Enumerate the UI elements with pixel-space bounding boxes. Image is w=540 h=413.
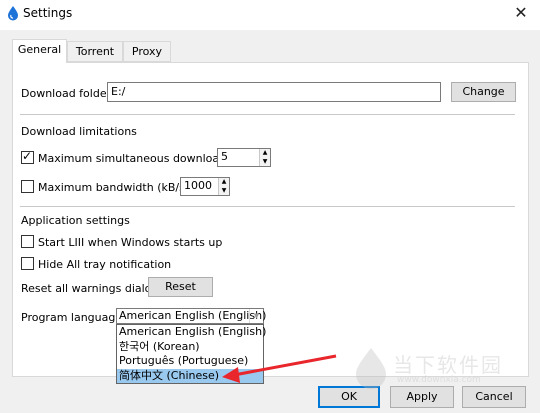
tab-torrent-label: Torrent bbox=[75, 45, 115, 58]
tab-proxy[interactable]: Proxy bbox=[123, 41, 171, 62]
watermark: 当下软件园 www.downxia.com bbox=[345, 343, 535, 393]
hide-tray-label: Hide All tray notification bbox=[38, 258, 172, 271]
spinner-arrows[interactable]: ▲ ▼ bbox=[218, 178, 229, 195]
separator-2 bbox=[20, 206, 515, 207]
checkmark-icon: ✓ bbox=[22, 149, 33, 163]
reset-button[interactable]: Reset bbox=[148, 277, 213, 297]
download-limitations-heading: Download limitations bbox=[21, 125, 137, 138]
max-downloads-value: 5 bbox=[221, 150, 228, 163]
language-selected-value: American English (English) bbox=[119, 309, 267, 322]
watermark-url: www.downxia.com bbox=[397, 375, 481, 385]
red-arrow-annotation-icon bbox=[222, 354, 337, 383]
reset-warnings-label: Reset all warnings dialogs bbox=[21, 282, 165, 295]
change-button[interactable]: Change bbox=[451, 82, 516, 102]
tab-general-label: General bbox=[17, 43, 62, 56]
download-folder-input[interactable]: E:/ bbox=[107, 82, 441, 102]
download-folder-label: Download folder: bbox=[21, 87, 115, 100]
spin-up-icon[interactable]: ▲ bbox=[260, 149, 270, 158]
tab-torrent[interactable]: Torrent bbox=[67, 41, 123, 62]
tab-proxy-label: Proxy bbox=[131, 45, 163, 58]
watermark-name: 当下软件园 bbox=[393, 353, 503, 377]
spin-up-icon[interactable]: ▲ bbox=[219, 178, 229, 187]
language-select[interactable]: American English (English) ▼ bbox=[116, 308, 267, 324]
window-title: Settings bbox=[23, 6, 73, 20]
program-language-label: Program language bbox=[21, 311, 123, 324]
spin-down-icon[interactable]: ▼ bbox=[219, 186, 229, 195]
title-bar: Settings ✕ bbox=[0, 0, 540, 30]
spinner-arrows[interactable]: ▲ ▼ bbox=[259, 149, 270, 166]
max-downloads-checkbox[interactable]: ✓ bbox=[21, 149, 34, 164]
spin-down-icon[interactable]: ▼ bbox=[260, 157, 270, 166]
close-button[interactable]: ✕ bbox=[510, 3, 532, 23]
start-on-boot-label: Start LIII when Windows starts up bbox=[38, 236, 223, 249]
max-bandwidth-checkbox[interactable] bbox=[21, 180, 34, 193]
application-settings-heading: Application settings bbox=[21, 214, 130, 227]
max-downloads-spinner[interactable]: 5 ▲ ▼ bbox=[217, 148, 271, 167]
tab-general[interactable]: General bbox=[12, 39, 67, 63]
watermark-logo-icon bbox=[356, 348, 386, 389]
separator-1 bbox=[20, 114, 515, 115]
chevron-down-icon[interactable]: ▼ bbox=[249, 309, 263, 323]
max-downloads-label: Maximum simultaneous downloads bbox=[38, 152, 232, 165]
close-icon: ✕ bbox=[514, 3, 528, 22]
language-option[interactable]: American English (English) bbox=[117, 325, 266, 340]
hide-tray-checkbox[interactable] bbox=[21, 257, 34, 270]
max-bandwidth-label: Maximum bandwidth (kB/s) bbox=[38, 181, 190, 194]
start-on-boot-checkbox[interactable] bbox=[21, 235, 34, 248]
max-bandwidth-value: 1000 bbox=[184, 179, 212, 192]
max-bandwidth-spinner[interactable]: 1000 ▲ ▼ bbox=[180, 177, 230, 196]
app-drop-icon bbox=[8, 6, 18, 21]
